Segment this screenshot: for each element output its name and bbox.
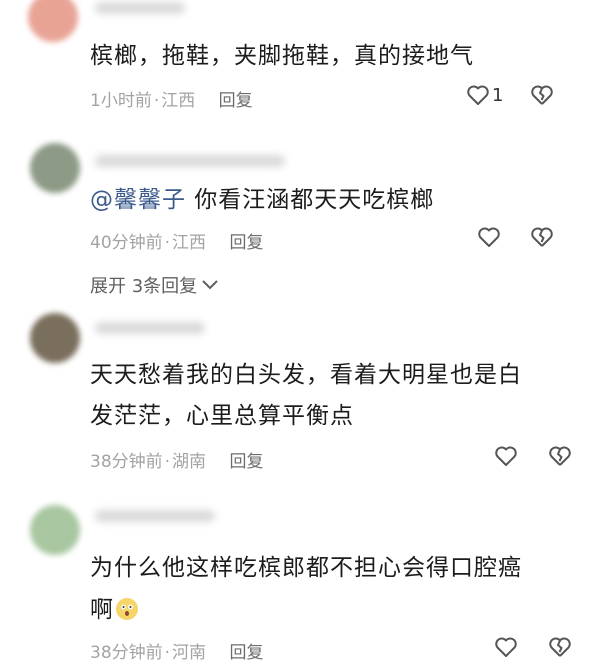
reply-button[interactable]: 回复 [229,233,263,253]
broken-heart-icon [531,85,553,105]
username-redacted [95,510,215,522]
comment-body: 啊 [90,597,114,623]
comment-text-line: 为什么他这样吃槟郎都不担心会得口腔癌 [90,555,522,581]
dislike-button[interactable] [548,445,572,467]
comment-meta: 38分钟前 · 河南 回复 [90,638,263,663]
meta-separator: · [164,233,171,253]
avatar[interactable] [30,505,80,555]
username-redacted [95,155,285,167]
like-count: 1 [492,84,504,106]
broken-heart-icon [531,227,553,247]
comment-body: 你看汪涵都天天吃槟榔 [186,187,435,213]
broken-heart-icon [549,446,571,466]
timestamp: 40分钟前 [90,233,163,253]
like-button[interactable] [477,226,501,248]
comment-text: @馨馨子 你看汪涵都天天吃槟榔 [90,180,434,220]
dislike-button[interactable] [530,226,554,248]
heart-icon [495,446,517,466]
heart-icon [467,85,489,105]
heart-icon [495,637,517,657]
username-redacted [95,2,185,14]
astonished-face-emoji [116,598,138,620]
comment-meta: 38分钟前 · 湖南 回复 [90,447,263,472]
comment-text-line: 啊 [90,590,138,630]
like-button[interactable] [494,636,518,658]
heart-icon [478,227,500,247]
dislike-button[interactable] [530,84,554,106]
chevron-down-icon [202,280,218,290]
dislike-button[interactable] [548,636,572,658]
username-redacted [95,322,205,334]
comment-text-line: 发茫茫，心里总算平衡点 [90,403,354,429]
like-button[interactable]: 1 [466,84,503,106]
comment-meta: 1小时前 · 江西 回复 [90,86,253,111]
comment-meta: 40分钟前 · 江西 回复 [90,228,263,253]
meta-separator: · [164,452,171,472]
broken-heart-icon [549,637,571,657]
timestamp: 38分钟前 [90,643,163,663]
expand-replies-label: 展开 3条回复 [90,276,198,297]
reply-button[interactable]: 回复 [219,91,253,111]
comment-text-line: 天天愁着我的白头发，看着大明星也是白 [90,362,522,388]
avatar[interactable] [30,313,80,363]
reply-button[interactable]: 回复 [229,452,263,472]
like-button[interactable] [494,445,518,467]
mention-link[interactable]: @馨馨子 [90,187,186,213]
expand-replies-button[interactable]: 展开 3条回复 [90,272,219,298]
location: 河南 [172,643,207,663]
meta-separator: · [164,643,171,663]
avatar[interactable] [30,143,80,193]
location: 江西 [172,233,207,253]
meta-separator: · [153,91,160,111]
location: 江西 [161,91,196,111]
comment-text: 槟榔，拖鞋，夹脚拖鞋，真的接地气 [90,43,474,69]
avatar[interactable] [28,0,78,42]
location: 湖南 [172,452,207,472]
timestamp: 38分钟前 [90,452,163,472]
reply-button[interactable]: 回复 [229,643,263,663]
timestamp: 1小时前 [90,91,152,111]
